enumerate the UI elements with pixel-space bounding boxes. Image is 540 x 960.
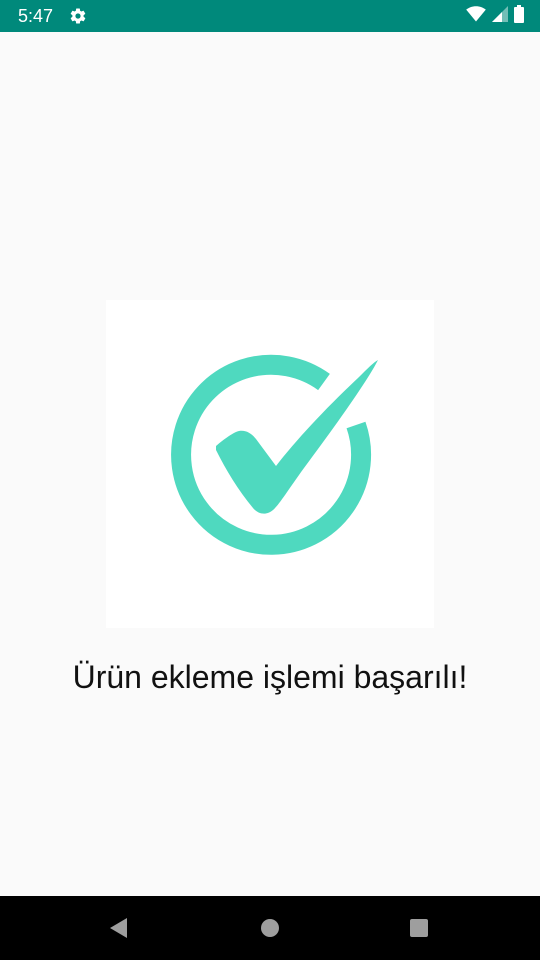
recents-button[interactable] (403, 912, 435, 944)
status-bar: 5:47 (0, 0, 540, 32)
back-button[interactable] (103, 912, 135, 944)
success-image (106, 300, 434, 628)
home-icon (261, 919, 279, 937)
status-time: 5:47 (18, 6, 54, 26)
cell-signal-icon (492, 5, 508, 27)
success-check-circle-icon (171, 354, 378, 555)
back-icon (110, 918, 127, 938)
success-message: Ürün ekleme işlemi başarılı! (72, 659, 468, 695)
wifi-icon (466, 5, 486, 27)
status-icons (466, 4, 524, 28)
navigation-bar (0, 896, 540, 960)
screen: 5:47 Ürün ekleme işlemi başarılı! (0, 0, 540, 960)
recents-icon (410, 919, 428, 937)
home-button[interactable] (254, 912, 286, 944)
settings-gear-icon (69, 7, 87, 25)
battery-icon (514, 4, 524, 28)
